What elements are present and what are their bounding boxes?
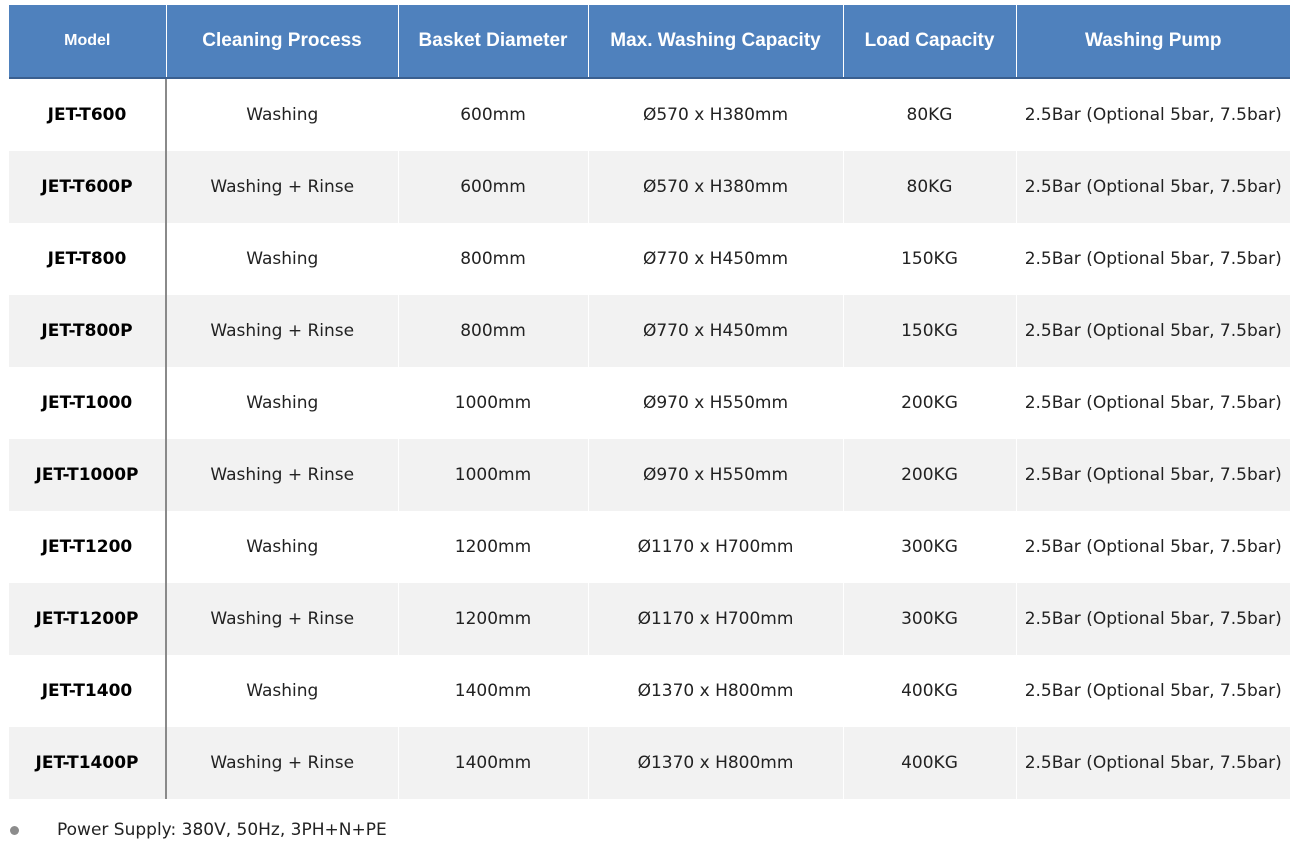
- cell-basket-diameter: 800mm: [398, 295, 589, 367]
- cell-load-capacity: 400KG: [843, 727, 1017, 799]
- cell-load-capacity: 300KG: [843, 511, 1017, 583]
- cell-max-washing-capacity: Ø1370 x H800mm: [588, 655, 844, 727]
- cell-max-washing-capacity: Ø770 x H450mm: [588, 295, 844, 367]
- table-row: JET-T1400 Washing 1400mm Ø1370 x H800mm 400K…: [9, 655, 1290, 727]
- cell-load-capacity: 80KG: [843, 78, 1017, 151]
- cell-cleaning-process: Washing + Rinse: [166, 727, 399, 799]
- header-basket-diameter: Basket Diameter: [398, 5, 589, 79]
- cell-washing-pump: 2.5Bar (Optional 5bar, 7.5bar): [1016, 583, 1290, 655]
- table-row: JET-T800P Washing + Rinse 800mm Ø770 x H450…: [9, 295, 1290, 367]
- cell-load-capacity: 150KG: [843, 295, 1017, 367]
- cell-load-capacity: 200KG: [843, 367, 1017, 439]
- table-row: JET-T1400P Washing + Rinse 1400mm Ø1370 x H…: [9, 727, 1290, 799]
- cell-washing-pump: 2.5Bar (Optional 5bar, 7.5bar): [1016, 78, 1290, 151]
- cell-max-washing-capacity: Ø970 x H550mm: [588, 367, 844, 439]
- cell-max-washing-capacity: Ø770 x H450mm: [588, 223, 844, 295]
- cell-washing-pump: 2.5Bar (Optional 5bar, 7.5bar): [1016, 295, 1290, 367]
- table-row: JET-T600 Washing 600mm Ø570 x H380mm 80KG 2.5…: [9, 78, 1290, 151]
- header-max-washing-capacity: Max. Washing Capacity: [588, 5, 844, 79]
- cell-model: JET-T1400P: [9, 727, 167, 799]
- header-load-capacity: Load Capacity: [843, 5, 1017, 79]
- cell-max-washing-capacity: Ø570 x H380mm: [588, 78, 844, 151]
- table-row: JET-T1200P Washing + Rinse 1200mm Ø1170 x H…: [9, 583, 1290, 655]
- cell-basket-diameter: 1400mm: [398, 655, 589, 727]
- table-row: JET-T600P Washing + Rinse 600mm Ø570 x H380…: [9, 151, 1290, 223]
- cell-basket-diameter: 1200mm: [398, 583, 589, 655]
- cell-washing-pump: 2.5Bar (Optional 5bar, 7.5bar): [1016, 367, 1290, 439]
- cell-load-capacity: 80KG: [843, 151, 1017, 223]
- table-row: JET-T800 Washing 800mm Ø770 x H450mm 150KG 2.…: [9, 223, 1290, 295]
- cell-basket-diameter: 1000mm: [398, 367, 589, 439]
- spec-table: Model Cleaning Process Basket Diameter M…: [9, 5, 1290, 799]
- cell-washing-pump: 2.5Bar (Optional 5bar, 7.5bar): [1016, 439, 1290, 511]
- cell-model: JET-T800P: [9, 295, 167, 367]
- cell-cleaning-process: Washing + Rinse: [166, 583, 399, 655]
- cell-max-washing-capacity: Ø1170 x H700mm: [588, 583, 844, 655]
- cell-load-capacity: 300KG: [843, 583, 1017, 655]
- cell-model: JET-T1000: [9, 367, 167, 439]
- cell-model: JET-T600: [9, 78, 167, 151]
- cell-cleaning-process: Washing: [166, 511, 399, 583]
- table-row: JET-T1000P Washing + Rinse 1000mm Ø970 x H5…: [9, 439, 1290, 511]
- cell-basket-diameter: 600mm: [398, 151, 589, 223]
- table-row: JET-T1000 Washing 1000mm Ø970 x H550mm 200KG…: [9, 367, 1290, 439]
- table-header-row: Model Cleaning Process Basket Diameter M…: [9, 5, 1290, 79]
- cell-washing-pump: 2.5Bar (Optional 5bar, 7.5bar): [1016, 223, 1290, 295]
- cell-cleaning-process: Washing + Rinse: [166, 295, 399, 367]
- cell-cleaning-process: Washing: [166, 367, 399, 439]
- cell-max-washing-capacity: Ø1170 x H700mm: [588, 511, 844, 583]
- cell-cleaning-process: Washing: [166, 78, 399, 151]
- header-model: Model: [9, 5, 167, 79]
- cell-basket-diameter: 800mm: [398, 223, 589, 295]
- cell-basket-diameter: 1400mm: [398, 727, 589, 799]
- cell-load-capacity: 400KG: [843, 655, 1017, 727]
- cell-cleaning-process: Washing + Rinse: [166, 151, 399, 223]
- cell-cleaning-process: Washing: [166, 223, 399, 295]
- cell-model: JET-T1200: [9, 511, 167, 583]
- cell-basket-diameter: 1200mm: [398, 511, 589, 583]
- cell-basket-diameter: 1000mm: [398, 439, 589, 511]
- cell-basket-diameter: 600mm: [398, 78, 589, 151]
- cell-model: JET-T1200P: [9, 583, 167, 655]
- table-row: JET-T1200 Washing 1200mm Ø1170 x H700mm 300K…: [9, 511, 1290, 583]
- header-washing-pump: Washing Pump: [1016, 5, 1290, 79]
- power-supply-note: Power Supply: 380V, 50Hz, 3PH+N+PE: [57, 820, 387, 840]
- cell-model: JET-T1400: [9, 655, 167, 727]
- cell-max-washing-capacity: Ø970 x H550mm: [588, 439, 844, 511]
- header-cleaning-process: Cleaning Process: [166, 5, 399, 79]
- footnote: Power Supply: 380V, 50Hz, 3PH+N+PE: [10, 820, 387, 840]
- cell-max-washing-capacity: Ø570 x H380mm: [588, 151, 844, 223]
- cell-max-washing-capacity: Ø1370 x H800mm: [588, 727, 844, 799]
- cell-cleaning-process: Washing: [166, 655, 399, 727]
- cell-model: JET-T1000P: [9, 439, 167, 511]
- bullet-dot-icon: [10, 825, 19, 835]
- cell-washing-pump: 2.5Bar (Optional 5bar, 7.5bar): [1016, 511, 1290, 583]
- cell-model: JET-T600P: [9, 151, 167, 223]
- cell-washing-pump: 2.5Bar (Optional 5bar, 7.5bar): [1016, 151, 1290, 223]
- cell-cleaning-process: Washing + Rinse: [166, 439, 399, 511]
- cell-load-capacity: 200KG: [843, 439, 1017, 511]
- cell-model: JET-T800: [9, 223, 167, 295]
- cell-load-capacity: 150KG: [843, 223, 1017, 295]
- cell-washing-pump: 2.5Bar (Optional 5bar, 7.5bar): [1016, 727, 1290, 799]
- table-body: JET-T600 Washing 600mm Ø570 x H380mm 80KG 2.5…: [9, 78, 1290, 799]
- cell-washing-pump: 2.5Bar (Optional 5bar, 7.5bar): [1016, 655, 1290, 727]
